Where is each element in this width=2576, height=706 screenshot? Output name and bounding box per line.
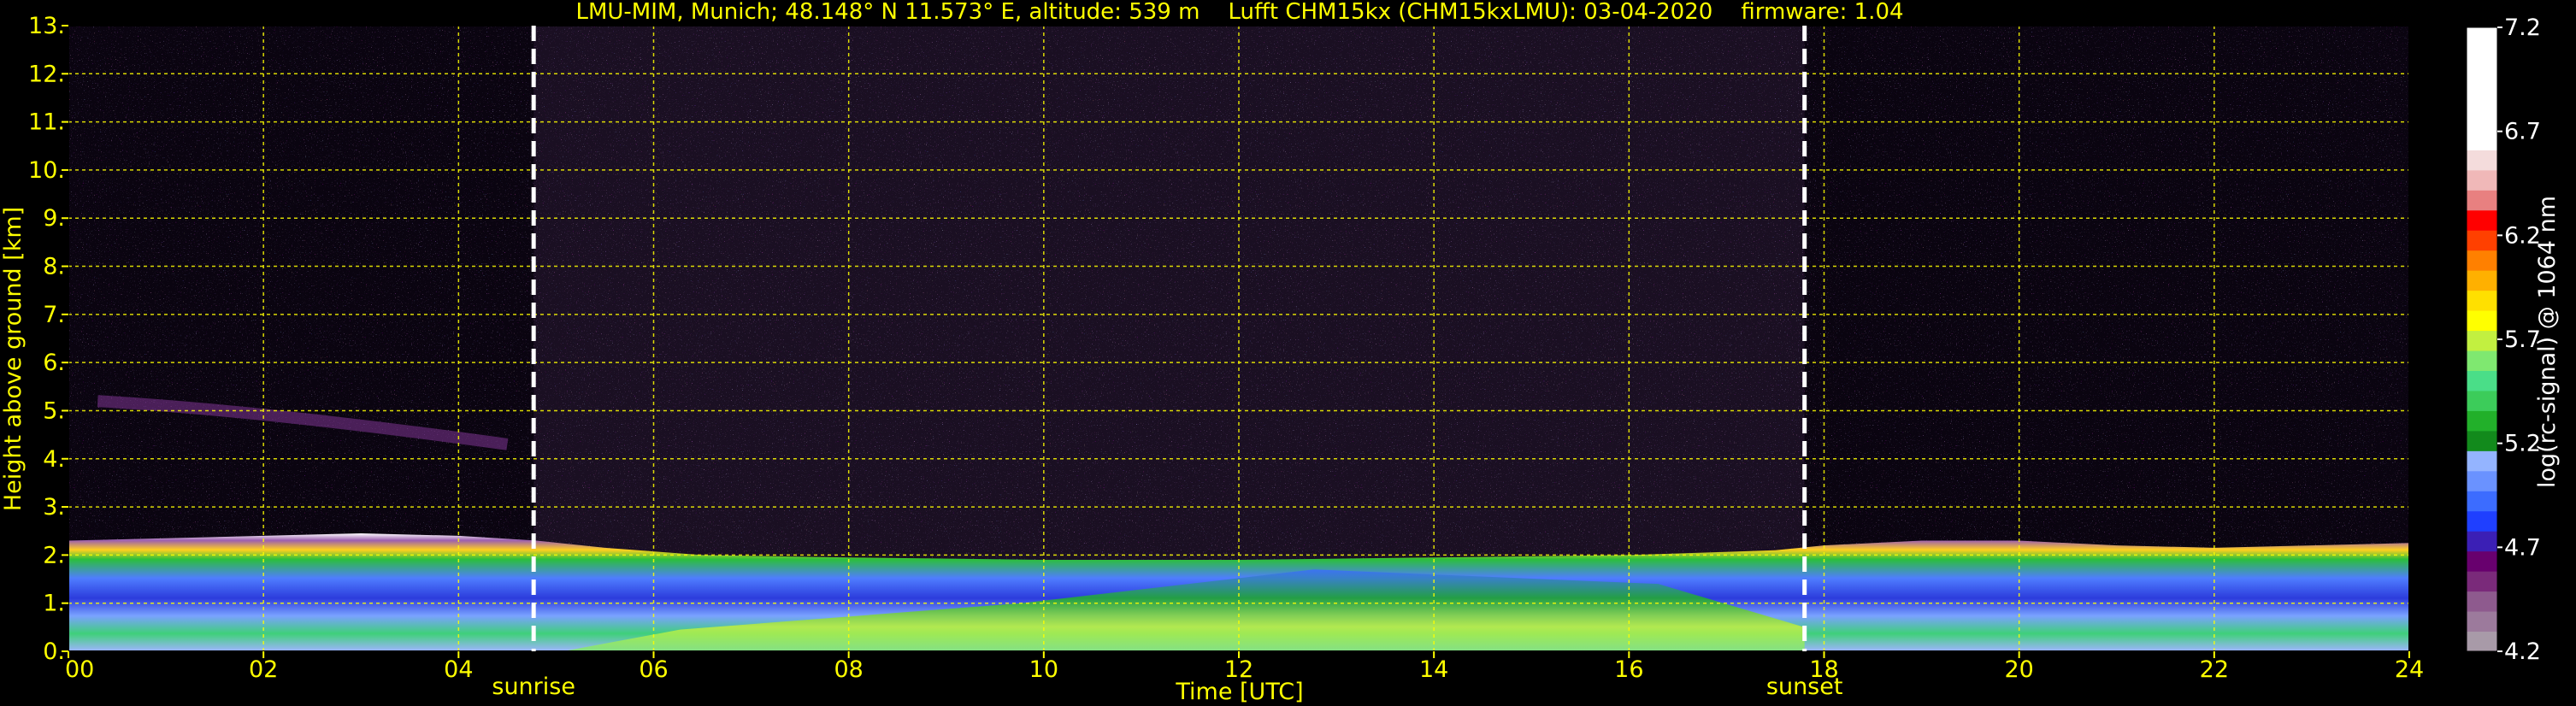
- colorbar-segment: [2467, 410, 2497, 432]
- x-tick-label: 04: [444, 656, 473, 683]
- colorbar-segment: [2467, 330, 2497, 351]
- y-axis-label: Height above ground [km]: [0, 207, 27, 511]
- colorbar-segment: [2467, 190, 2497, 211]
- y-tick-label: 5.: [43, 397, 65, 424]
- colorbar-tick-label: 7.2: [2504, 15, 2541, 41]
- y-tick-label: 13.: [28, 13, 65, 39]
- colorbar-segment: [2467, 350, 2497, 371]
- colorbar-segment: [2467, 611, 2497, 632]
- colorbar-segment: [2467, 150, 2497, 171]
- x-axis-label: Time [UTC]: [1175, 679, 1303, 705]
- x-tick-label: 02: [249, 656, 278, 683]
- colorbar-segment: [2467, 430, 2497, 451]
- x-tick-label: 20: [2004, 656, 2033, 683]
- chart-title: LMU-MIM, Munich; 48.148° N 11.573° E, al…: [575, 0, 1903, 25]
- colorbar-segment: [2467, 491, 2497, 512]
- colorbar-segment: [2467, 550, 2497, 572]
- y-tick-label: 4.: [43, 446, 65, 473]
- colorbar-segment: [2467, 129, 2497, 150]
- colorbar-segment: [2467, 370, 2497, 391]
- x-tick-label: 24: [2395, 656, 2424, 683]
- colorbar-segment: [2467, 531, 2497, 552]
- colorbar-tick-label: 6.7: [2504, 119, 2541, 145]
- x-tick-label: 22: [2200, 656, 2229, 683]
- x-tick-label: 06: [639, 656, 668, 683]
- colorbar-segment: [2467, 591, 2497, 612]
- colorbar-tick-label: 4.2: [2504, 638, 2541, 665]
- colorbar-segment: [2467, 169, 2497, 191]
- colorbar-segment: [2467, 109, 2497, 131]
- colorbar-tick-label: 4.7: [2504, 534, 2541, 561]
- y-tick-label: 1.: [43, 591, 65, 617]
- colorbar-segment: [2467, 470, 2497, 491]
- colorbar-segment: [2467, 510, 2497, 532]
- x-tick-label: 16: [1614, 656, 1643, 683]
- ceilometer-chart: sunrise sunset 00 02 04 06 08 10 12 14 16 18 20 22 24…: [0, 0, 2561, 705]
- colorbar-segment: [2467, 310, 2497, 332]
- y-tick-label: 2.: [43, 542, 65, 568]
- colorbar-segment: [2467, 90, 2497, 110]
- y-tick-label: 0.: [43, 638, 65, 665]
- x-tick-label: 10: [1029, 656, 1058, 683]
- y-tick-label: 3.: [43, 494, 65, 521]
- colorbar-segment: [2467, 571, 2497, 592]
- colorbar-segment: [2467, 250, 2497, 271]
- sunrise-label: sunrise: [492, 674, 575, 700]
- colorbar-segment: [2467, 290, 2497, 311]
- colorbar: 4.24.75.25.76.26.77.2: [2466, 15, 2541, 665]
- y-tick-label: 6.: [43, 350, 65, 376]
- y-tick-label: 12.: [28, 61, 65, 87]
- colorbar-segment: [2467, 450, 2497, 472]
- y-tick-label: 11.: [28, 109, 65, 136]
- colorbar-segment: [2467, 390, 2497, 411]
- colorbar-segment: [2467, 631, 2497, 652]
- colorbar-segment: [2467, 209, 2497, 231]
- x-tick-label: 14: [1419, 656, 1448, 683]
- plot-area: [68, 26, 2409, 651]
- y-tick-label: 7.: [43, 302, 65, 328]
- y-axis-ticks: 0. 1. 2. 3. 4. 5. 6. 7. 8. 9. 10. 11. 12. 13.: [28, 13, 68, 665]
- y-tick-label: 8.: [43, 254, 65, 280]
- x-tick-label: 00: [65, 656, 94, 683]
- colorbar-segment: [2467, 230, 2497, 251]
- colorbar-segment: [2467, 270, 2497, 291]
- colorbar-label: log(rc-signal) @ 1064 nm: [2534, 196, 2561, 488]
- x-tick-label: 18: [1809, 656, 1838, 683]
- x-tick-label: 08: [834, 656, 863, 683]
- y-tick-label: 9.: [43, 205, 65, 232]
- colorbar-segment: [2467, 27, 2497, 90]
- y-tick-label: 10.: [28, 157, 65, 184]
